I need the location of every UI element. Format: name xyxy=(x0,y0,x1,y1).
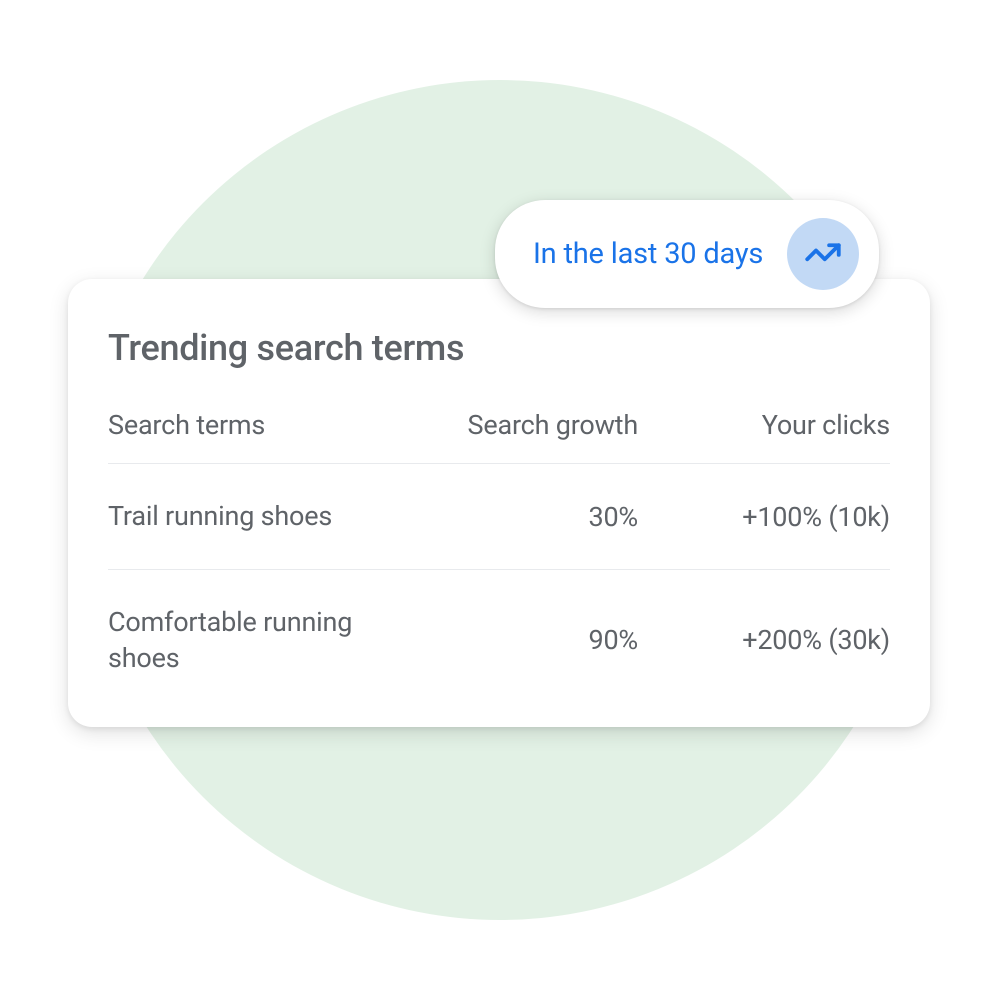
search-terms-table: Search terms Search growth Your clicks T… xyxy=(108,407,890,687)
cell-clicks: +200% (30k) xyxy=(638,624,890,656)
column-header-clicks: Your clicks xyxy=(638,409,890,441)
trending-icon-badge xyxy=(787,218,859,290)
trending-search-terms-card: Trending search terms Search terms Searc… xyxy=(68,279,930,727)
cell-term: Trail running shoes xyxy=(108,498,418,534)
time-range-chip[interactable]: In the last 30 days xyxy=(495,200,879,308)
cell-growth: 90% xyxy=(418,624,638,656)
table-row: Comfortable running shoes 90% +200% (30k… xyxy=(108,570,890,687)
table-row: Trail running shoes 30% +100% (10k) xyxy=(108,464,890,569)
column-header-terms: Search terms xyxy=(108,407,418,443)
card-title: Trending search terms xyxy=(108,327,890,369)
cell-term: Comfortable running shoes xyxy=(108,604,418,677)
cell-growth: 30% xyxy=(418,501,638,533)
column-header-growth: Search growth xyxy=(418,409,638,441)
table-header-row: Search terms Search growth Your clicks xyxy=(108,407,890,464)
trending-up-icon xyxy=(802,233,844,275)
time-range-label: In the last 30 days xyxy=(533,237,763,271)
cell-clicks: +100% (10k) xyxy=(638,501,890,533)
